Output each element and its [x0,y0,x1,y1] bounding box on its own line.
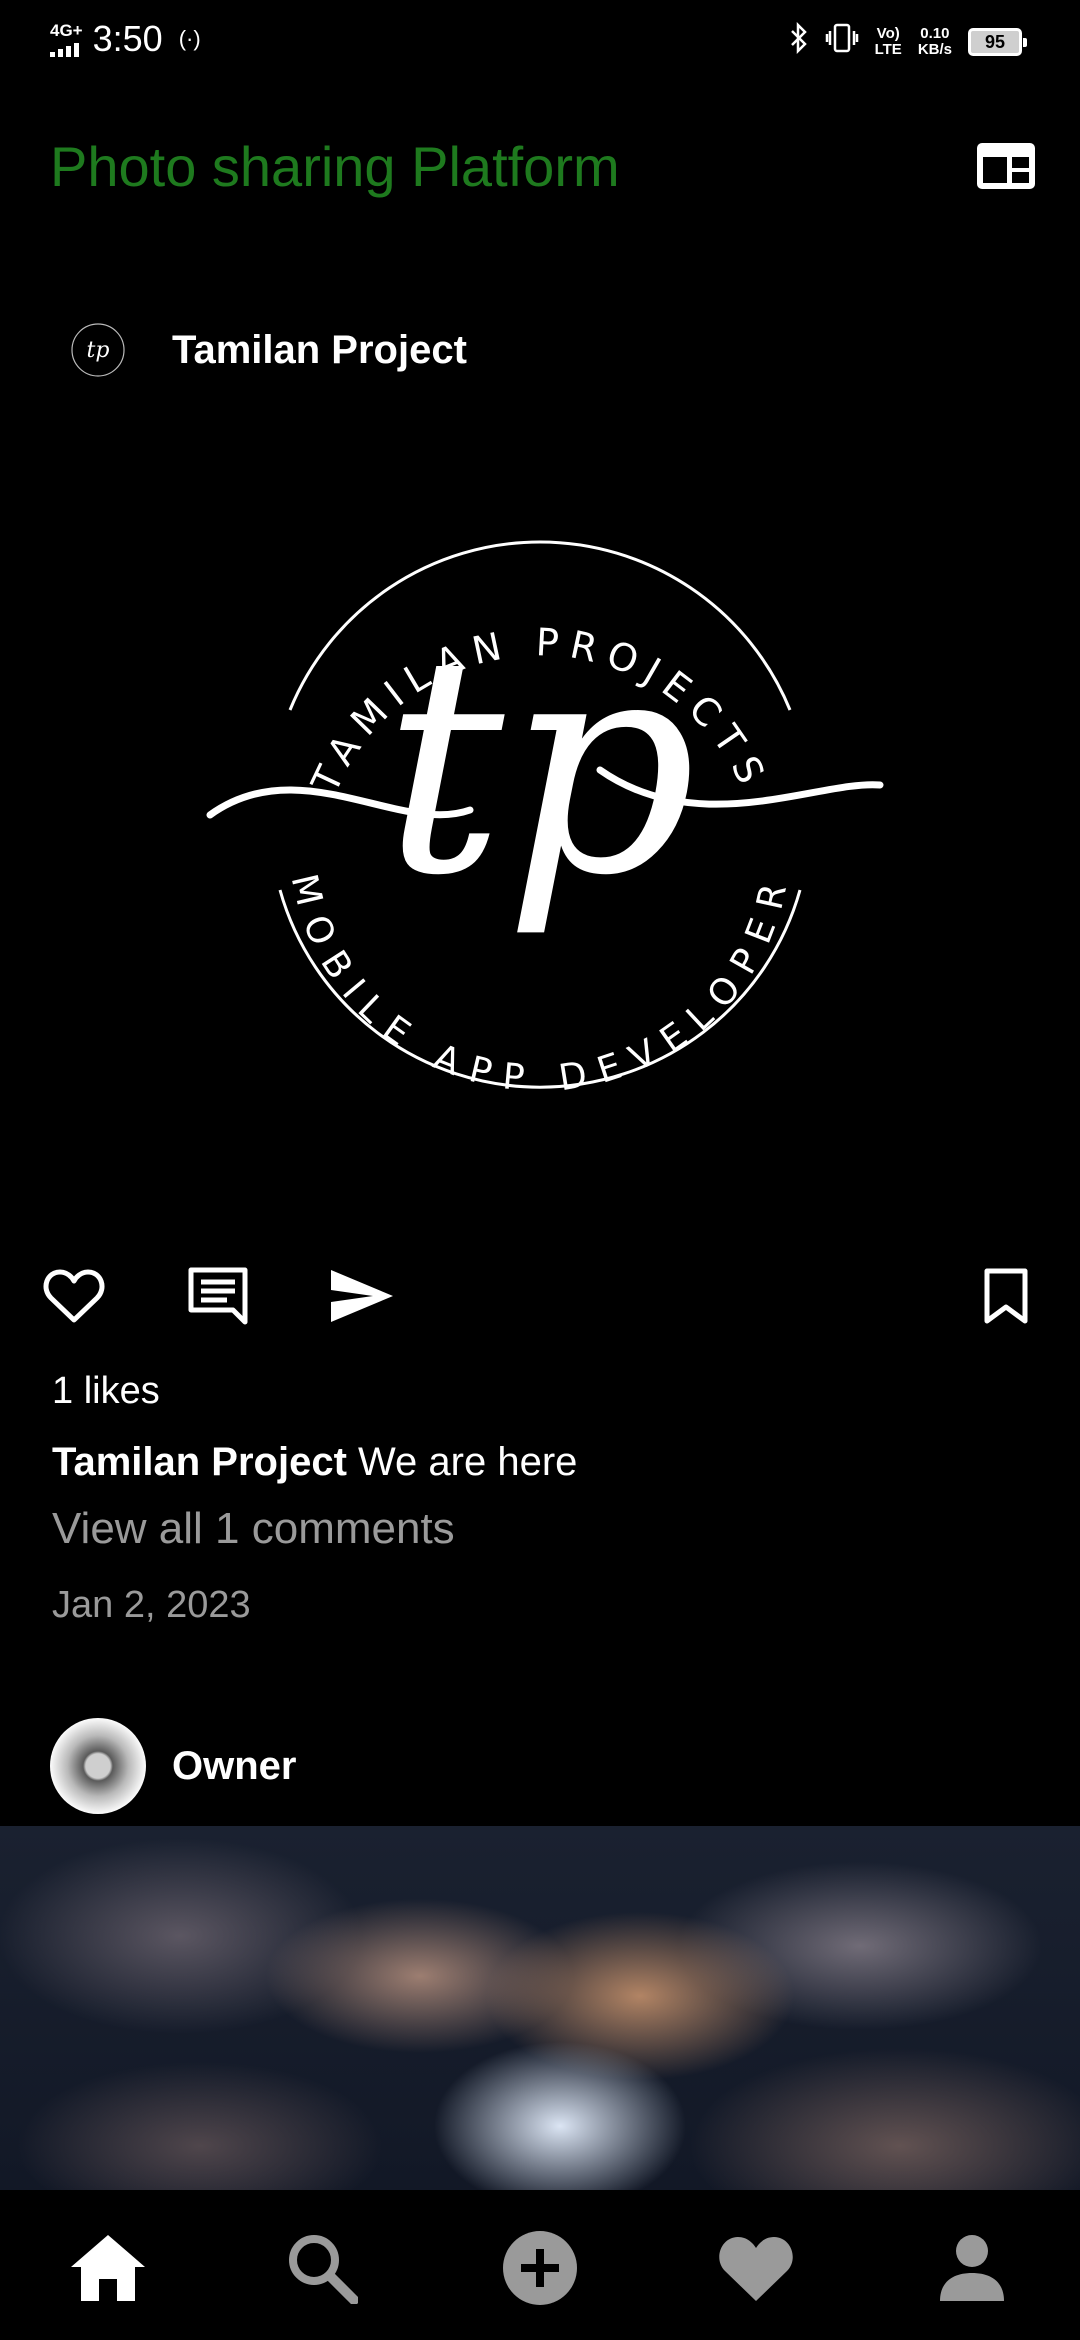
home-icon[interactable] [66,2226,150,2310]
network-type: 4G+ [50,20,83,40]
likes-count[interactable]: 1 likes [52,1370,160,1413]
signal-icon [50,41,83,57]
status-bar: 4G+ 3:50 (·) Vo) LTE 0.10 KB/s 95 [0,0,1080,86]
network-indicator: 4G+ [50,22,83,57]
activity-icon[interactable] [714,2226,798,2310]
view-layout-icon[interactable] [974,140,1038,192]
svg-text:tp: tp [87,338,110,363]
post-image[interactable] [0,1826,1080,2190]
post-header[interactable]: tp Tamilan Project [50,302,467,398]
avatar[interactable]: tp [50,302,146,398]
logo-monogram: tp [384,592,697,941]
bookmark-icon[interactable] [972,1266,1040,1326]
add-post-icon[interactable] [498,2226,582,2310]
battery-icon: 95 [968,28,1027,56]
volte-indicator: Vo) LTE [874,25,902,58]
post-username[interactable]: Owner [172,1744,296,1789]
hotspot-icon: (·) [178,26,201,51]
bluetooth-icon [789,21,809,62]
caption-username[interactable]: Tamilan Project [52,1440,347,1484]
network-speed: 0.10 KB/s [917,25,952,58]
profile-icon[interactable] [930,2226,1014,2310]
post-date: Jan 2, 2023 [52,1584,251,1626]
post-image[interactable]: TAMILAN PROJECTS MOBILE APP DEVELOPER tp [0,440,1080,1180]
bottom-nav [0,2190,1080,2340]
search-icon[interactable] [280,2226,364,2310]
clock: 3:50 [92,18,163,59]
caption-text: We are here [346,1440,578,1484]
vibrate-icon [825,23,859,61]
share-icon[interactable] [328,1266,396,1326]
post-header[interactable]: Owner [50,1718,296,1814]
comment-icon[interactable] [184,1266,252,1326]
app-title: Photo sharing Platform [50,135,620,198]
view-comments-link[interactable]: View all 1 comments [52,1504,455,1554]
post-caption: Tamilan Project We are here [52,1440,577,1485]
avatar[interactable] [50,1718,146,1814]
post-username[interactable]: Tamilan Project [172,328,467,373]
like-icon[interactable] [40,1266,108,1326]
